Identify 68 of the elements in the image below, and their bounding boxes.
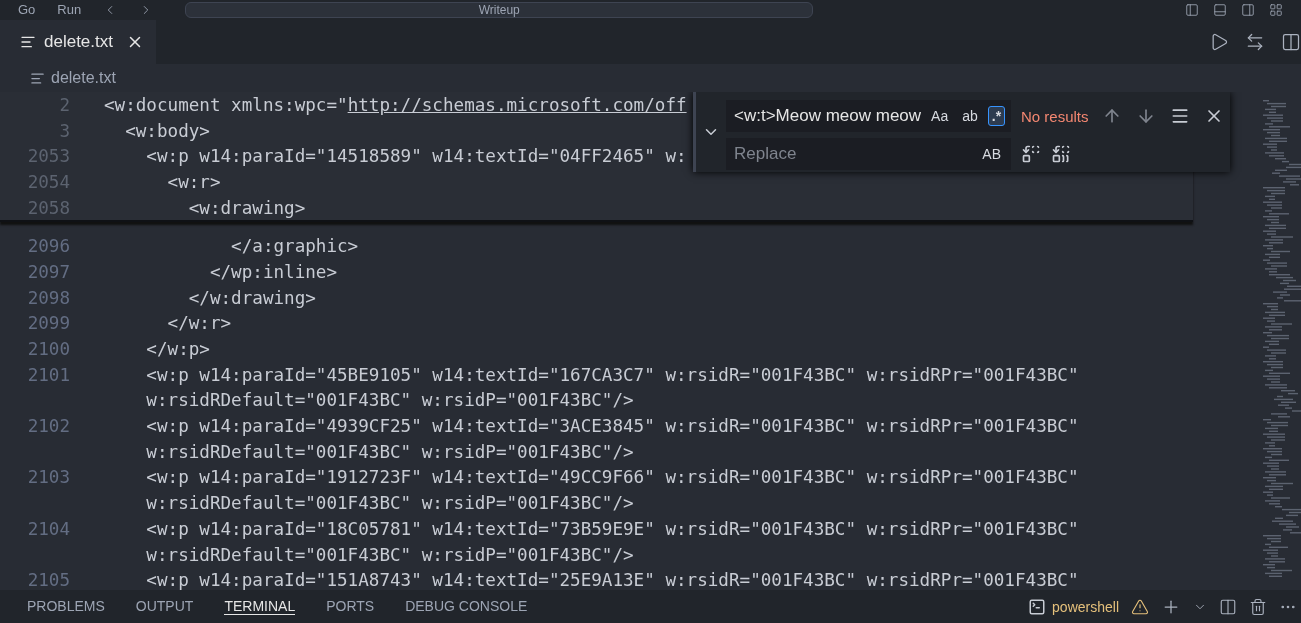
line-number: 2054	[26, 171, 70, 192]
code-line: </w:drawing>	[187, 287, 316, 308]
code-line: <w:p w14:paraId="45BE9105" w14:textId="167CA3C7" w:rsidR="001F43BC" w:rsidRPr="001F43BC"	[145, 364, 1079, 385]
panel-tab[interactable]: PORTS	[326, 598, 375, 615]
menu-item[interactable]: Go	[18, 3, 36, 17]
code-line: w:rsidRDefault="001F43BC" w:rsidP="001F43BC"/>	[145, 390, 634, 411]
replace-icon[interactable]	[1021, 144, 1041, 164]
code-line: <w:p w14:paraId="4939CF25" w14:textId="3ACE3845" w:rsidR="001F43BC" w:rsidRPr="001F43BC"	[145, 416, 1079, 437]
search-option[interactable]: ab	[958, 106, 982, 126]
search-option[interactable]: Aa	[927, 106, 953, 126]
editor-tab[interactable]: delete.txt	[0, 20, 156, 64]
panel-tab[interactable]: PROBLEMS	[27, 598, 105, 615]
line-number: 2105	[26, 570, 70, 590]
link[interactable]: http://schemas.microsoft.com/off	[347, 94, 687, 115]
line-number: 2058	[26, 197, 70, 218]
line-number: 3	[58, 120, 70, 141]
layout-icon[interactable]	[1269, 3, 1283, 17]
preserve-case-option[interactable]: AB	[978, 144, 1005, 164]
code-line: <w:document xmlns:wpc="http://schemas.microsoft.com/off	[104, 94, 687, 115]
trash-icon[interactable]	[1249, 597, 1267, 616]
code-line: w:rsidRDefault="001F43BC" w:rsidP="001F43BC"/>	[145, 441, 634, 462]
selection-icon[interactable]	[1170, 106, 1190, 126]
file-icon	[30, 70, 45, 86]
line-number: 2096	[26, 236, 70, 257]
status-text: No results	[1021, 107, 1089, 125]
code-line: </w:r>	[166, 313, 232, 334]
split-icon[interactable]	[1219, 597, 1237, 616]
panel-tab[interactable]: TERMINAL	[224, 598, 296, 615]
panel-tab[interactable]: OUTPUT	[135, 598, 194, 615]
command-center[interactable]: Writeup	[185, 2, 814, 18]
code-line: <w:drawing>	[187, 197, 306, 218]
line-number: 2100	[26, 339, 70, 360]
panel-toggle-icon[interactable]	[1213, 3, 1227, 17]
split-icon[interactable]	[1281, 32, 1301, 52]
line-number: 2104	[26, 518, 70, 539]
replace-input[interactable]: Replace AB	[726, 138, 1011, 170]
line-number: 2053	[26, 146, 70, 167]
terminal-icon	[1028, 597, 1047, 616]
search-option[interactable]: .*	[987, 106, 1006, 126]
line-number: 2102	[26, 416, 70, 437]
code-line: <w:p w14:paraId="18C05781" w14:textId="73B59E9E" w:rsidR="001F43BC" w:rsidRPr="001F43BC"	[145, 518, 1079, 539]
find-input[interactable]: <w:t>Meow meow meow Aa ab .*	[726, 100, 1011, 132]
code-line: </w:p>	[145, 339, 210, 360]
panel-tab[interactable]: DEBUG CONSOLE	[405, 598, 528, 615]
line-number: 2103	[26, 467, 70, 488]
code-line: w:rsidRDefault="001F43BC" w:rsidP="001F43BC"/>	[145, 544, 634, 565]
code-line: <w:p w14:paraId="14518589" w14:textId="04FF2465" w:	[145, 146, 687, 167]
line-number: 2	[58, 94, 70, 115]
code-line: <w:body>	[124, 120, 210, 141]
line-number: 2097	[26, 261, 70, 282]
compare-icon[interactable]	[1245, 32, 1265, 52]
terminal-selector[interactable]: powershell	[1028, 597, 1119, 616]
warning-icon[interactable]	[1131, 597, 1149, 616]
code-line: </wp:inline>	[208, 261, 338, 282]
code-line: w:rsidRDefault="001F43BC" w:rsidP="001F43BC"/>	[145, 493, 634, 514]
breadcrumb[interactable]: delete.txt	[51, 69, 116, 87]
code-line: </a:graphic>	[230, 236, 359, 257]
line-number: 2099	[26, 313, 70, 334]
secondary-sidebar-icon[interactable]	[1241, 3, 1255, 17]
sidebar-toggle-icon[interactable]	[1185, 3, 1199, 17]
code-line: <w:p w14:paraId="1912723F" w14:textId="49CC9F66" w:rsidR="001F43BC" w:rsidRPr="001F43BC"	[145, 467, 1079, 488]
line-number: 2098	[26, 287, 70, 308]
file-icon	[20, 34, 36, 50]
menu-item[interactable]: Run	[57, 3, 82, 17]
line-number: 2101	[26, 364, 70, 385]
replace-all-icon[interactable]	[1051, 144, 1071, 164]
code-line: <w:r>	[166, 171, 221, 192]
code-line: <w:p w14:paraId="151A8743" w14:textId="25E9A13E" w:rsidR="001F43BC" w:rsidRPr="001F43BC"	[145, 570, 1079, 590]
